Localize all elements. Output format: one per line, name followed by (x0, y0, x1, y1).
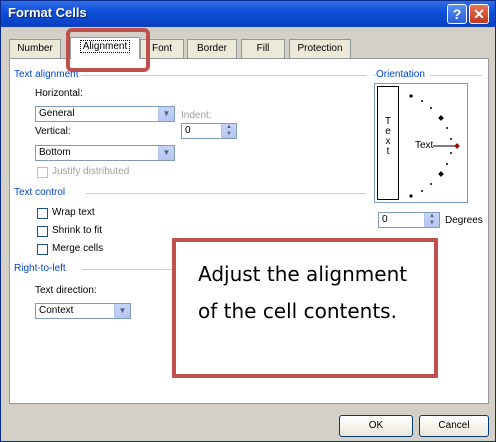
text-direction-label: Text direction: (35, 285, 97, 296)
right-to-left-title: Right-to-left (14, 263, 69, 274)
alignment-tab-highlight (66, 28, 150, 72)
degrees-value: 0 (382, 214, 388, 225)
degrees-stepper[interactable]: 0 ▲ ▼ (378, 212, 440, 228)
horizontal-select[interactable]: General ▼ (35, 106, 175, 122)
justify-checkbox[interactable] (37, 167, 48, 178)
chevron-down-icon: ▼ (158, 107, 174, 121)
close-button[interactable]: ✕ (469, 4, 489, 24)
spin-arrows-icon[interactable]: ▲ ▼ (424, 213, 439, 227)
group-divider (86, 193, 366, 194)
tab-border[interactable]: Border (187, 39, 237, 58)
horizontal-label: Horizontal: (35, 88, 83, 99)
merge-cells-label: Merge cells (52, 243, 104, 254)
wrap-text-checkbox[interactable] (37, 208, 48, 219)
orientation-title: Orientation (376, 69, 428, 80)
tab-fill-label: Fill (256, 43, 270, 54)
tab-number-label: Number (17, 43, 53, 54)
tab-protection[interactable]: Protection (289, 39, 351, 58)
horizontal-select-value: General (39, 108, 75, 119)
cancel-button[interactable]: Cancel (419, 415, 489, 437)
chevron-down-icon: ▼ (114, 304, 130, 318)
indent-value: 0 (185, 125, 191, 136)
shrink-to-fit-label: Shrink to fit (52, 225, 103, 236)
justify-label: Justify distributed (52, 166, 130, 177)
orientation-dial[interactable]: T e x t Text (374, 83, 468, 203)
shrink-to-fit-checkbox[interactable] (37, 226, 48, 237)
title-bar[interactable]: Format Cells ? ✕ (1, 1, 495, 27)
dialog-title: Format Cells (8, 5, 87, 20)
indent-label: Indent: (181, 110, 212, 121)
tab-protection-label: Protection (297, 43, 343, 54)
vertical-select[interactable]: Bottom ▼ (35, 145, 175, 161)
group-divider (430, 75, 482, 76)
text-control-title: Text control (14, 187, 69, 198)
text-direction-value: Context (39, 305, 74, 316)
callout-text: Adjust the alignment of the cell content… (198, 262, 408, 323)
vertical-select-value: Bottom (39, 147, 71, 158)
tab-number[interactable]: Number (9, 39, 61, 58)
chevron-down-icon: ▼ (158, 146, 174, 160)
help-button[interactable]: ? (447, 4, 467, 24)
group-divider (70, 75, 366, 76)
degrees-label: Degrees (445, 215, 483, 226)
tab-border-label: Border (196, 43, 227, 54)
wrap-text-label: Wrap text (52, 207, 95, 218)
orientation-text-label: Text (415, 140, 434, 151)
ok-button[interactable]: OK (339, 415, 413, 437)
merge-cells-checkbox[interactable] (37, 244, 48, 255)
indent-stepper[interactable]: 0 ▲ ▼ (181, 123, 237, 139)
vertical-label: Vertical: (35, 126, 71, 137)
callout-box: Adjust the alignment of the cell content… (172, 238, 438, 378)
spin-arrows-icon[interactable]: ▲ ▼ (221, 124, 236, 138)
text-direction-select[interactable]: Context ▼ (35, 303, 131, 319)
tab-font-label: Font (151, 43, 172, 54)
group-divider (82, 269, 182, 270)
tab-fill[interactable]: Fill (241, 39, 285, 58)
